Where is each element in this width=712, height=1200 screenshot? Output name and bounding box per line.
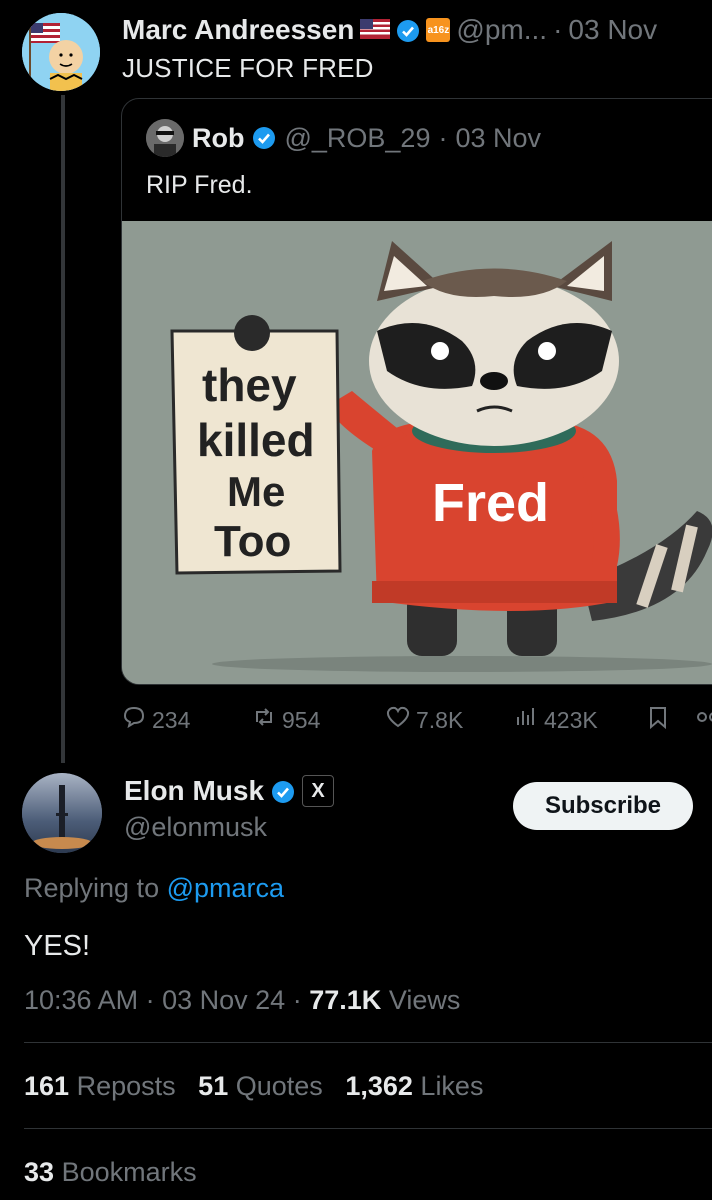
elon-handle[interactable]: @elonmusk <box>124 812 267 843</box>
bookmark-action[interactable] <box>644 703 672 737</box>
bookmark-icon <box>644 703 672 737</box>
us-flag-icon <box>360 14 391 46</box>
thread-connector-line <box>61 95 65 763</box>
views-action[interactable]: 423K <box>512 703 598 737</box>
quote-tweet-card[interactable]: Rob @_ROB_29 · 03 Nov RIP Fred. Fred the… <box>121 98 712 685</box>
repost-count: 954 <box>282 706 321 733</box>
replying-to-link[interactable]: @pmarca <box>167 873 284 903</box>
reply-count: 234 <box>152 706 191 733</box>
like-action[interactable]: 7.8K <box>384 703 463 737</box>
quote-separator: · <box>438 122 448 153</box>
engagement-stats: 161 Reposts 51 Quotes 1,362 Likes <box>24 1071 483 1102</box>
elon-name-row: Elon Musk X <box>124 775 335 807</box>
rob-author-name: Rob <box>192 122 245 153</box>
marc-tweet-text: JUSTICE FOR FRED <box>122 53 374 83</box>
raccoon-illustration: Fred they killed Me Too <box>122 221 712 684</box>
elon-author-name[interactable]: Elon Musk <box>124 775 264 807</box>
affiliate-badge-icon[interactable]: a16z <box>426 18 451 42</box>
header-separator: · <box>553 14 563 45</box>
elon-tweet-text: YES! <box>24 930 91 962</box>
share-action[interactable] <box>694 703 712 737</box>
divider <box>24 1128 712 1129</box>
views-count: 423K <box>544 706 598 733</box>
repost-action[interactable]: 954 <box>250 703 320 737</box>
quotes-stat[interactable]: 51 Quotes <box>198 1071 330 1101</box>
marc-author-name[interactable]: Marc Andreessen <box>122 14 354 46</box>
replying-to-line: Replying to @pmarca <box>24 873 284 904</box>
tweet-meta-line: 10:36 AM · 03 Nov 24 · 77.1K Views <box>24 985 460 1016</box>
sweater-text: Fred <box>432 473 549 533</box>
quote-tweet-header: Rob @_ROB_29 · 03 Nov <box>146 119 541 157</box>
reply-icon <box>120 703 148 737</box>
sign-line-3: Me <box>227 468 285 515</box>
meta-separator: · <box>292 985 302 1015</box>
quote-tweet-text: RIP Fred. <box>146 171 253 199</box>
meta-separator: · <box>145 985 155 1015</box>
tweet-views-count: 77.1K <box>309 985 382 1015</box>
bookmarks-stat[interactable]: 33 Bookmarks <box>24 1157 197 1188</box>
verified-badge-icon <box>252 126 276 150</box>
divider <box>24 1042 712 1043</box>
repost-icon <box>250 703 278 737</box>
bookmarks-count: 33 <box>24 1157 55 1187</box>
likes-count: 1,362 <box>345 1071 413 1101</box>
x-badge-label: X <box>311 779 325 802</box>
reposts-label: Reposts <box>76 1071 176 1101</box>
marc-date[interactable]: 03 Nov <box>568 14 657 46</box>
verified-badge-icon[interactable] <box>271 779 295 803</box>
likes-stat[interactable]: 1,362 Likes <box>345 1071 483 1101</box>
replying-to-prefix: Replying to <box>24 873 160 903</box>
subscribe-button[interactable]: Subscribe <box>513 782 693 830</box>
tweet-time[interactable]: 10:36 AM <box>24 985 138 1015</box>
rob-date: 03 Nov <box>455 122 542 153</box>
elon-avatar[interactable] <box>22 773 102 853</box>
quotes-count: 51 <box>198 1071 229 1101</box>
analytics-icon <box>512 703 540 737</box>
reply-action[interactable]: 234 <box>120 703 190 737</box>
sign-line-4: Too <box>214 517 291 566</box>
likes-label: Likes <box>420 1071 484 1101</box>
quotes-label: Quotes <box>235 1071 323 1101</box>
x-affiliate-badge-icon[interactable]: X <box>302 775 335 807</box>
reposts-stat[interactable]: 161 Reposts <box>24 1071 183 1101</box>
affiliate-badge-label: a16z <box>427 24 450 36</box>
rob-avatar <box>146 119 184 157</box>
tweet-views-label: Views <box>388 985 461 1015</box>
sign-line-2: killed <box>197 414 315 466</box>
rob-handle: @_ROB_29 <box>284 122 431 153</box>
bookmarks-label: Bookmarks <box>61 1157 197 1187</box>
share-icon <box>694 703 712 737</box>
verified-badge-icon[interactable] <box>396 18 420 42</box>
sign-line-1: they <box>202 359 297 411</box>
heart-icon <box>384 703 412 737</box>
marc-handle[interactable]: @pm... <box>456 14 547 46</box>
like-count: 7.8K <box>416 706 464 733</box>
reposts-count: 161 <box>24 1071 70 1101</box>
tweet-date[interactable]: 03 Nov 24 <box>162 985 285 1015</box>
marc-avatar[interactable] <box>22 13 100 91</box>
marc-tweet-header: Marc Andreessen a16z @pm... · 03 Nov <box>122 14 657 46</box>
